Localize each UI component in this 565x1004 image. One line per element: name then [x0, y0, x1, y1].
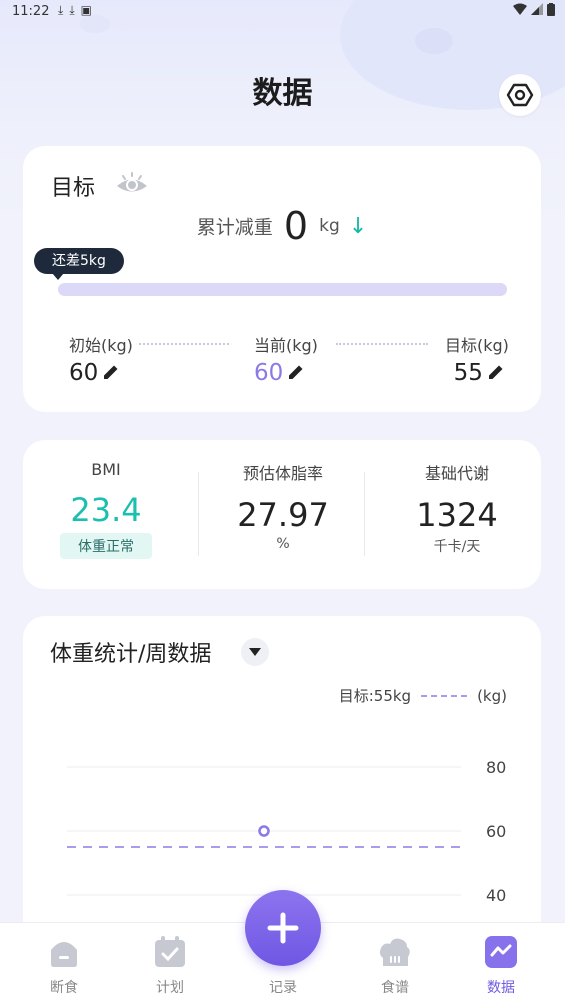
target-weight-value: 55 — [453, 360, 483, 386]
dotted-divider — [336, 343, 428, 345]
battery-icon — [547, 3, 555, 16]
target-weight[interactable]: 目标(kg) 55 — [445, 332, 509, 387]
bmr-value: 1324 — [416, 496, 498, 534]
current-weight-label: 当前(kg) — [254, 336, 318, 355]
target-weight-label: 目标(kg) — [445, 336, 509, 355]
wifi-icon — [513, 3, 527, 15]
initial-weight-value: 60 — [69, 360, 99, 386]
bmr-metric: 基础代谢 1324 千卡/天 — [401, 460, 513, 556]
page-title: 数据 — [252, 76, 313, 111]
download-icon: ⤓ — [69, 3, 75, 17]
remaining-tooltip: 还差5kg — [34, 248, 124, 280]
dotted-divider — [139, 343, 229, 345]
y-tick-label: 80 — [486, 758, 506, 777]
status-time: 11:22 — [12, 4, 50, 19]
metric-divider — [364, 472, 365, 556]
hexagon-settings-icon — [506, 83, 534, 107]
bmi-status-badge: 体重正常 — [60, 533, 152, 559]
goal-progress-bar — [58, 283, 507, 296]
download-icon: ⤓ — [58, 3, 64, 17]
data-point — [258, 825, 270, 837]
metric-divider — [198, 472, 199, 556]
eye-icon[interactable] — [115, 171, 149, 201]
body-metrics-card: BMI 23.4 体重正常 预估体脂率 27.97 % 基础代谢 1324 千卡… — [23, 440, 541, 589]
plus-icon — [267, 912, 299, 944]
y-tick-label: 40 — [486, 886, 506, 905]
goal-card: 目标 累计减重 0 kg ↓ 还差5kg 初始(kg) 60 当前(kg) 60… — [23, 146, 541, 412]
arrow-down-icon: ↓ — [348, 213, 368, 239]
initial-weight-label: 初始(kg) — [69, 336, 133, 355]
body-fat-label: 预估体脂率 — [242, 464, 323, 483]
record-button[interactable] — [245, 890, 321, 966]
current-weight[interactable]: 当前(kg) 60 — [254, 332, 318, 387]
chef-hat-icon — [379, 938, 410, 966]
nav-label: 食谱 — [381, 980, 409, 996]
nav-item-recipes[interactable]: 食谱 — [360, 935, 430, 997]
pencil-icon[interactable] — [102, 361, 120, 387]
nav-item-data[interactable]: 数据 — [466, 935, 536, 997]
y-tick-label: 60 — [486, 822, 506, 841]
signal-icon — [531, 3, 543, 15]
chart-icon — [485, 936, 517, 968]
total-loss-row: 累计减重 0 kg ↓ — [23, 204, 541, 248]
nav-item-record[interactable]: 记录 — [248, 977, 318, 997]
nav-label: 计划 — [156, 980, 184, 996]
bowl-icon — [51, 942, 77, 967]
body-fat-value: 27.97 — [237, 496, 329, 534]
initial-weight[interactable]: 初始(kg) 60 — [69, 332, 133, 387]
nav-item-plan[interactable]: 计划 — [135, 935, 205, 997]
bmi-label: BMI — [91, 460, 121, 479]
bmi-value: 23.4 — [70, 491, 142, 529]
goal-title: 目标 — [51, 176, 96, 201]
current-weight-value: 60 — [254, 360, 284, 386]
nav-item-fasting[interactable]: 断食 — [29, 935, 99, 997]
total-loss-unit: kg — [319, 216, 340, 236]
settings-button[interactable] — [499, 74, 541, 116]
nav-label: 断食 — [50, 980, 78, 996]
body-fat-unit: % — [276, 536, 290, 552]
total-loss-label: 累计减重 — [196, 216, 273, 239]
calendar-check-icon — [155, 936, 185, 967]
body-fat-metric: 预估体脂率 27.97 % — [220, 460, 346, 552]
total-loss-value: 0 — [283, 204, 309, 248]
bmi-metric: BMI 23.4 体重正常 — [58, 460, 154, 559]
app-notification-icon: ▣ — [80, 3, 92, 17]
nav-label: 记录 — [269, 980, 297, 996]
status-bar: 11:22 ⤓ ⤓ ▣ — [0, 0, 565, 24]
pencil-icon[interactable] — [487, 361, 505, 387]
nav-label: 数据 — [487, 980, 515, 996]
pencil-icon[interactable] — [287, 361, 305, 387]
bmr-label: 基础代谢 — [424, 464, 489, 483]
bmr-unit: 千卡/天 — [433, 539, 481, 555]
